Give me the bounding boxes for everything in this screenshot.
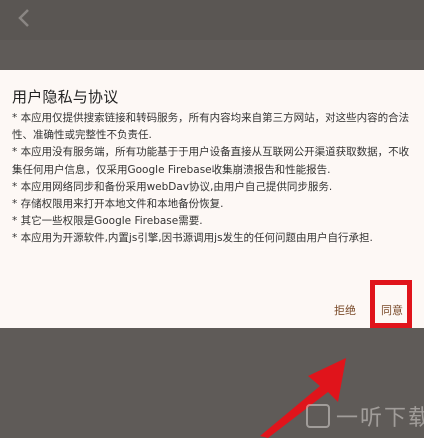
dialog-title: 用户隐私与协议: [12, 88, 119, 106]
watermark-logo-icon: [306, 404, 330, 428]
reject-button[interactable]: 拒绝: [334, 302, 356, 318]
dialog-body: * 本应用仅提供搜索链接和转码服务，所有内容均来自第三方网站，对这些内容的合法性…: [12, 110, 412, 248]
back-arrow-icon[interactable]: [14, 6, 34, 30]
dialog-paragraph: * 本应用网络同步和备份采用webDav协议,由用户自己提供同步服务.: [12, 180, 333, 193]
highlight-box: [370, 280, 412, 328]
privacy-dialog: 用户隐私与协议 * 本应用仅提供搜索链接和转码服务，所有内容均来自第三方网站，对…: [0, 70, 424, 328]
dialog-paragraph: * 存储权限用来打开本地文件和本地备份恢复.: [12, 198, 224, 211]
watermark-text: 一听下载: [336, 406, 424, 431]
watermark: 一听下载: [306, 400, 424, 436]
dialog-paragraph: * 本应用为开源软件,内置js引擎,因书源调用js发生的任何问题由用户自行承担.: [12, 232, 373, 245]
dialog-paragraph: * 本应用没有服务端，所有功能基于于用户设备直接从互联网公开渠道获取数据，不收集…: [12, 146, 410, 176]
app-toolbar: [0, 0, 424, 40]
dialog-paragraph: * 本应用仅提供搜索链接和转码服务，所有内容均来自第三方网站，对这些内容的合法性…: [12, 112, 410, 142]
dialog-paragraph: * 其它一些权限是Google Firebase需要.: [12, 215, 203, 228]
